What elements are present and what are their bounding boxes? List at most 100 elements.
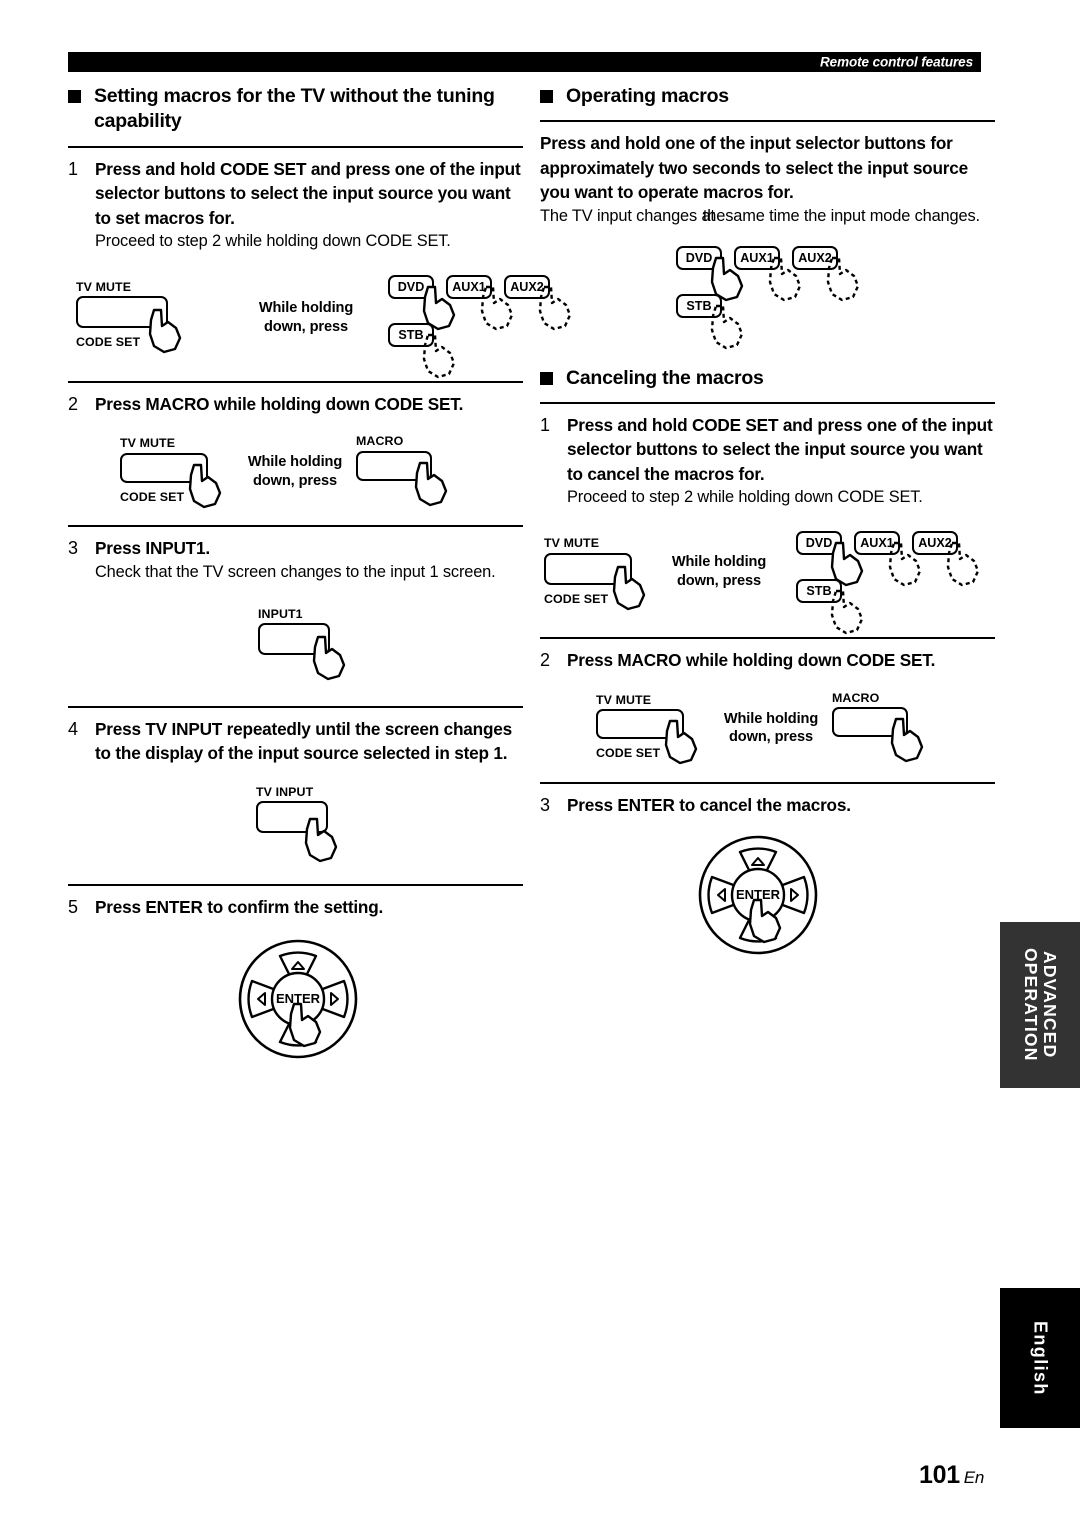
- running-header-title: Remote control features: [820, 54, 973, 70]
- step-title: Press and hold CODE SET and press one of…: [95, 158, 521, 228]
- section-title: Canceling the macros: [566, 366, 764, 389]
- left-column: Setting macros for the TV without the tu…: [68, 84, 572, 1076]
- button-label: AUX2: [918, 536, 952, 551]
- divider: [540, 120, 995, 123]
- button-label-macro: MACRO: [832, 690, 880, 705]
- note-part-2: same time the input mode changes.: [725, 206, 980, 225]
- button-label: DVD: [805, 536, 833, 551]
- square-bullet-icon: [540, 371, 553, 385]
- page-number: 101: [918, 1461, 960, 1489]
- button-label: STB: [806, 584, 832, 599]
- stb-button[interactable]: STB: [676, 293, 744, 349]
- step-number: 3: [68, 538, 79, 559]
- button-label-code-set: CODE SET: [76, 335, 141, 350]
- divider: [540, 401, 995, 404]
- input1-button[interactable]: [258, 623, 346, 681]
- step-description: Check that the TV screen changes to the …: [95, 562, 496, 581]
- page-number-footer: 101 En: [919, 1461, 984, 1490]
- figure-enter-pad-left: ENTER: [68, 936, 523, 1076]
- step-title: Press ENTER to cancel the macros.: [567, 794, 851, 815]
- cancel-step-1: 1 Press and hold CODE SET and press one …: [540, 413, 995, 509]
- step-5: 5 Press ENTER to confirm the setting.: [68, 895, 523, 921]
- figure-enter-pad-right: ENTER: [540, 832, 995, 972]
- stb-button[interactable]: STB: [388, 322, 456, 379]
- figure-codeset-to-macro-2: TV MUTE CODE SET While holding down, pre…: [540, 684, 995, 782]
- aux1-button[interactable]: AUX1: [734, 245, 802, 301]
- dvd-button[interactable]: DVD: [796, 531, 864, 587]
- divider: [68, 883, 523, 886]
- button-label-tv-mute: TV MUTE: [544, 536, 600, 551]
- button-label-tv-mute: TV MUTE: [76, 279, 132, 294]
- step-number: 5: [68, 896, 79, 917]
- button-label: DVD: [397, 279, 425, 294]
- code-set-button[interactable]: [544, 552, 646, 610]
- section-title: Setting macros for the TV without the tu…: [94, 85, 495, 133]
- button-group-macro: MACRO: [356, 434, 448, 507]
- button-group-code-set: TV MUTE CODE SET: [544, 536, 646, 610]
- macro-button[interactable]: [832, 707, 924, 763]
- divider: [68, 705, 523, 708]
- code-set-button[interactable]: [76, 296, 182, 354]
- cancel-step-3: 3 Press ENTER to cancel the macros.: [540, 793, 995, 819]
- step-title: Press INPUT1.: [95, 538, 210, 559]
- tv-input-button[interactable]: [256, 801, 338, 863]
- side-tab-language: English: [1000, 1288, 1080, 1428]
- figure-tv-input-button: TV INPUT: [68, 780, 523, 884]
- code-set-button[interactable]: [120, 452, 222, 509]
- note-part-1: The TV input changes at: [540, 206, 715, 225]
- button-label: AUX1: [860, 536, 894, 551]
- figure-codeset-to-inputs-1: TV MUTE CODE SET While holding down, pre…: [68, 265, 572, 381]
- section-title: Operating macros: [566, 85, 729, 107]
- operating-macros-note: The TV input changes atthesame time the …: [540, 205, 995, 228]
- divider: [68, 525, 523, 528]
- note-overlap-artifact: the: [702, 206, 726, 225]
- section-heading-canceling-macros: Canceling the macros: [540, 366, 995, 391]
- aux2-button[interactable]: AUX2: [792, 245, 860, 301]
- operating-macros-instruction: Press and hold one of the input selector…: [540, 133, 968, 203]
- step-number: 1: [540, 414, 551, 435]
- button-group-code-set: TV MUTE CODE SET: [76, 279, 182, 354]
- button-group-tv-input: TV INPUT: [256, 784, 338, 863]
- button-label-tv-input: TV INPUT: [256, 784, 314, 799]
- step-title: Press MACRO while holding down CODE SET.: [95, 393, 464, 414]
- connector-text: While holding down, press: [723, 710, 819, 746]
- dvd-button[interactable]: DVD: [676, 245, 744, 301]
- stb-button[interactable]: STB: [796, 579, 864, 635]
- button-label-code-set: CODE SET: [544, 591, 609, 606]
- connector-text: While holding down, press: [671, 554, 767, 589]
- running-header-bar: Remote control features: [68, 52, 981, 72]
- macro-button[interactable]: [356, 450, 448, 507]
- button-label-input1: INPUT1: [258, 606, 303, 621]
- dvd-button[interactable]: DVD: [388, 274, 456, 331]
- section-heading-operating-macros: Operating macros: [540, 84, 995, 109]
- square-bullet-icon: [540, 90, 553, 103]
- button-label-macro: MACRO: [356, 434, 404, 449]
- right-column: Operating macros Press and hold one of t…: [540, 84, 995, 972]
- step-title: Press TV INPUT repeatedly until the scre…: [95, 718, 512, 764]
- cancel-step-2: 2 Press MACRO while holding down CODE SE…: [540, 648, 995, 674]
- step-number: 1: [68, 158, 79, 179]
- aux1-button[interactable]: AUX1: [854, 531, 922, 587]
- button-label: STB: [686, 298, 712, 313]
- button-group-code-set: TV MUTE CODE SET: [596, 693, 698, 765]
- button-group-macro: MACRO: [832, 690, 924, 763]
- aux1-button[interactable]: AUX1: [446, 274, 514, 331]
- step-2: 2 Press MACRO while holding down CODE SE…: [68, 392, 523, 418]
- side-tab-label: English: [1030, 1320, 1051, 1396]
- navigation-pad[interactable]: ENTER: [232, 936, 364, 1062]
- step-1: 1 Press and hold CODE SET and press one …: [68, 157, 523, 253]
- code-set-button[interactable]: [596, 709, 698, 765]
- connector-text: While holding down, press: [247, 454, 343, 490]
- divider: [540, 637, 995, 640]
- button-group-input1: INPUT1: [258, 606, 346, 681]
- page-suffix: En: [963, 1468, 985, 1487]
- step-number: 4: [68, 718, 79, 739]
- square-bullet-icon: [68, 90, 81, 103]
- button-label-code-set: CODE SET: [596, 746, 661, 761]
- button-label: STB: [398, 327, 424, 342]
- button-label-tv-mute: TV MUTE: [120, 436, 176, 451]
- navigation-pad[interactable]: ENTER: [692, 832, 824, 958]
- figure-input-buttons-operating: DVD AUX1 AUX2 STB: [540, 240, 995, 349]
- button-label: AUX2: [798, 250, 832, 265]
- aux2-button[interactable]: AUX2: [912, 531, 980, 587]
